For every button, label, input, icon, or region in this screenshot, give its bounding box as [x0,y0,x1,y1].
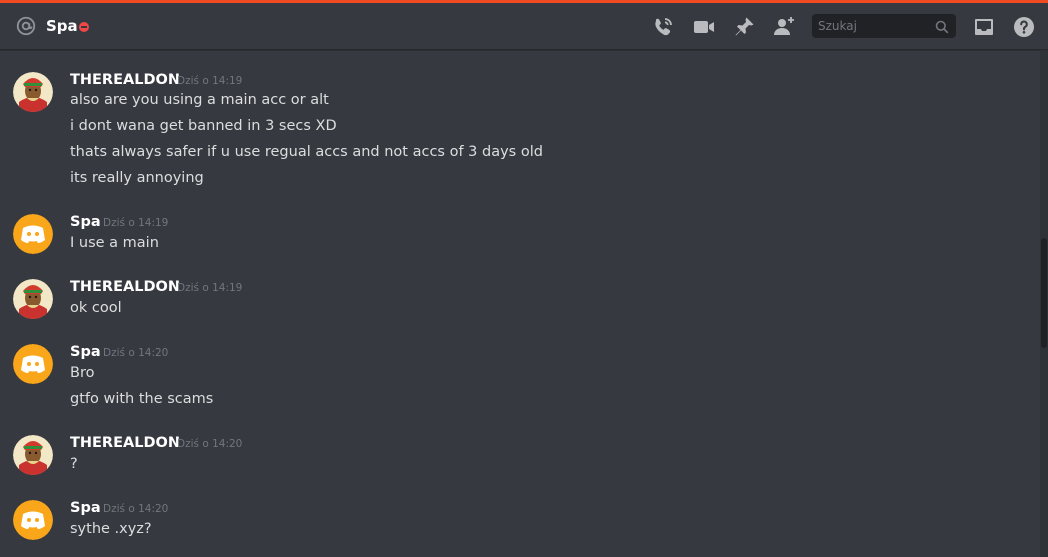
message-text: sythe .xyz? [70,521,152,537]
timestamp: Dziś o 14:20 [103,347,169,359]
add-friend-icon[interactable] [772,15,796,39]
scrollbar-thumb[interactable] [1041,238,1047,348]
username[interactable]: THEREALDON [70,70,180,90]
message-text: gtfo with the scams [70,391,214,407]
channel-header: Spa [0,3,1048,50]
message-text: thats always safer if u use regual accs … [70,144,543,160]
search-box[interactable] [812,14,956,38]
username[interactable]: THEREALDON [70,277,180,297]
voice-call-icon[interactable] [651,15,675,39]
message-text: I use a main [70,235,159,251]
timestamp: Dziś o 14:19 [177,75,243,87]
inbox-icon[interactable] [972,15,996,39]
message-text: ok cool [70,300,122,316]
search-input[interactable] [818,17,928,35]
avatar[interactable] [13,500,53,540]
message-text: i dont wana get banned in 3 secs XD [70,118,337,134]
username[interactable]: Spa [70,498,101,518]
help-icon[interactable] [1012,15,1036,39]
at-sign-icon [15,15,37,37]
avatar[interactable] [13,279,53,319]
username[interactable]: Spa [70,212,101,232]
timestamp: Dziś o 14:19 [103,217,169,229]
video-call-icon[interactable] [692,15,716,39]
pin-icon[interactable] [732,15,756,39]
avatar[interactable] [13,344,53,384]
username[interactable]: THEREALDON [70,433,180,453]
timestamp: Dziś o 14:19 [177,282,243,294]
message-text: its really annoying [70,170,204,186]
timestamp: Dziś o 14:20 [103,503,169,515]
message-text: Bro [70,365,95,381]
username[interactable]: Spa [70,342,101,362]
message-text: also are you using a main acc or alt [70,92,329,108]
message-list: THEREALDON Dziś o 14:19 also are you usi… [0,50,1040,557]
search-icon [935,19,949,34]
timestamp: Dziś o 14:20 [177,438,243,450]
avatar[interactable] [13,435,53,475]
avatar[interactable] [13,72,53,112]
avatar[interactable] [13,214,53,254]
dnd-status-icon [79,22,89,32]
message-text: ? [70,456,78,472]
dm-recipient-name: Spa [46,17,78,35]
